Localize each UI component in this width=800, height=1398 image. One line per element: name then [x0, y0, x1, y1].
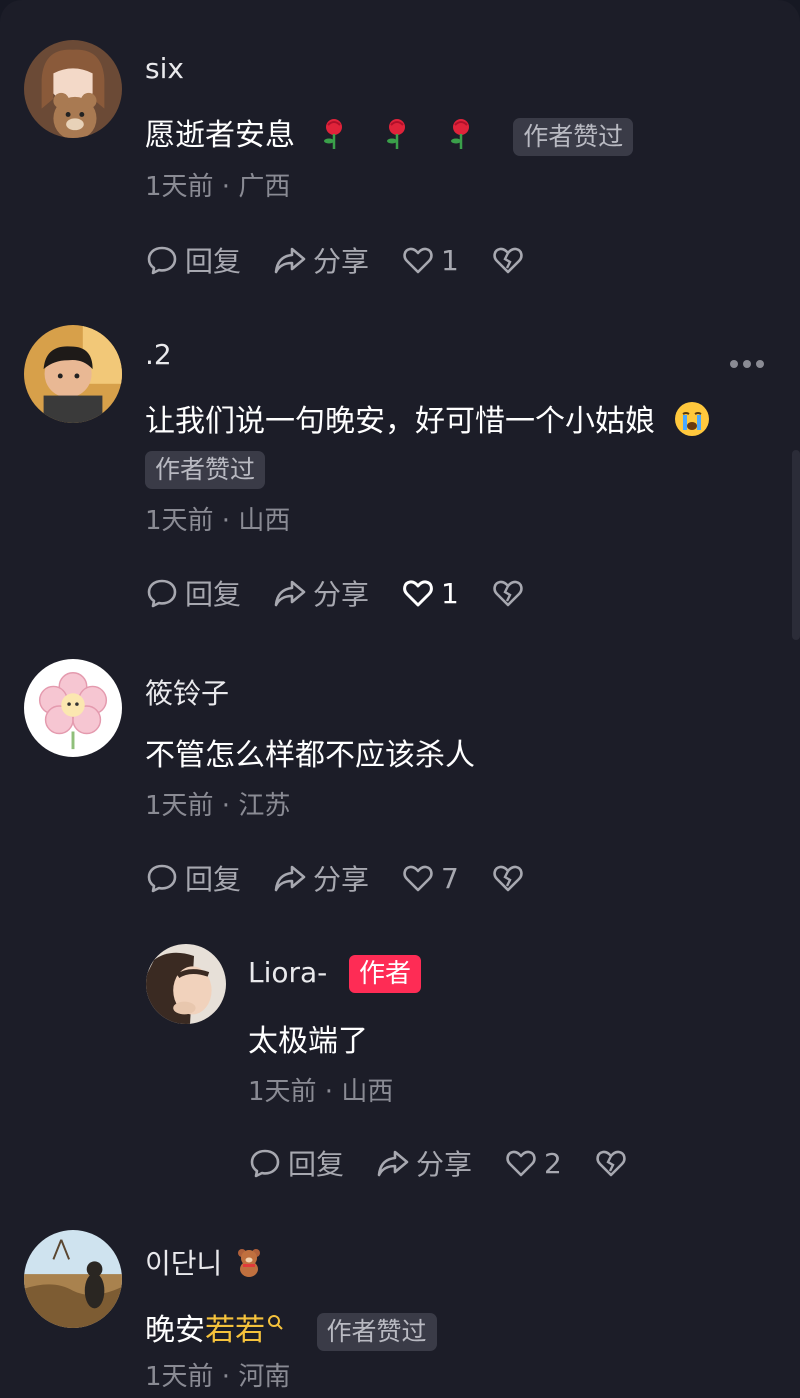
author-tag: 作者 [349, 955, 422, 993]
avatar[interactable] [146, 944, 226, 1024]
username[interactable]: 筱铃子 [145, 672, 229, 712]
like-count: 2 [544, 1146, 562, 1180]
username[interactable]: .2 [145, 338, 172, 371]
share-icon [274, 580, 306, 607]
time-location: 1天前 · 广西 [145, 172, 291, 202]
comment-actions: 回复 分享 1 [145, 240, 563, 280]
comment-text: 太极端了 [248, 1024, 368, 1059]
comment-panel: six 愿逝者安息 作者赞过 1天前 · 广西 回复 分享 1 .2 让我们说一… [0, 0, 800, 1398]
comment-text: 愿逝者安息 作者赞过 [145, 110, 634, 158]
share-button[interactable]: 分享 [273, 573, 369, 613]
avatar[interactable] [24, 40, 122, 138]
broken-heart-icon [493, 580, 523, 607]
comment-actions: 回复 分享 1 [145, 573, 563, 613]
broken-heart-icon [493, 865, 523, 892]
heart-icon [403, 247, 433, 274]
comment-actions: 回复 分享 7 [145, 858, 563, 898]
reply-label: 回复 [185, 578, 242, 611]
teddy-bear-emoji [235, 1247, 263, 1284]
dislike-button[interactable] [491, 861, 531, 895]
reply-icon [147, 864, 177, 893]
share-button[interactable]: 分享 [376, 1143, 472, 1183]
comment-text-body: 让我们说一句晚安，好可惜一个小姑娘 [145, 404, 655, 439]
comment-text: 不管怎么样都不应该杀人 [145, 738, 475, 773]
author-liked-badge: 作者赞过 [513, 117, 634, 156]
heart-icon [403, 865, 433, 892]
time-location: 1天前 · 河南 [145, 1362, 291, 1392]
like-count: 7 [441, 861, 459, 895]
heart-icon [506, 1150, 536, 1177]
like-button[interactable]: 1 [401, 576, 459, 610]
username[interactable]: 이단니 [145, 1242, 263, 1284]
reply-label: 回复 [185, 245, 242, 278]
share-button[interactable]: 分享 [273, 240, 369, 280]
username[interactable]: Liora- [248, 956, 327, 989]
scrollbar[interactable] [792, 450, 800, 640]
like-button[interactable]: 7 [401, 861, 459, 895]
share-icon [274, 247, 306, 274]
heart-icon [403, 580, 433, 607]
comment-text: 让我们说一句晚安，好可惜一个小姑娘 [145, 396, 711, 446]
share-button[interactable]: 分享 [273, 858, 369, 898]
share-label: 分享 [313, 863, 370, 896]
dislike-button[interactable] [594, 1146, 634, 1180]
share-label: 分享 [416, 1148, 473, 1181]
dislike-button[interactable] [491, 243, 531, 277]
author-liked-badge: 作者赞过 [145, 451, 266, 489]
time-location: 1天前 · 江苏 [145, 791, 291, 821]
rose-emoji [319, 116, 349, 158]
comment-text-body: 愿逝者安息 [145, 118, 295, 153]
username[interactable]: six [145, 52, 184, 85]
search-icon[interactable] [267, 1305, 285, 1340]
avatar[interactable] [24, 325, 122, 423]
more-options-icon[interactable] [730, 360, 764, 368]
reply-button[interactable]: 回复 [145, 858, 241, 898]
reply-button[interactable]: 回复 [145, 240, 241, 280]
reply-label: 回复 [185, 863, 242, 896]
share-icon [377, 1150, 409, 1177]
reply-label: 回复 [288, 1148, 345, 1181]
like-count: 1 [441, 576, 459, 610]
dislike-button[interactable] [491, 576, 531, 610]
time-location: 1天前 · 山西 [145, 506, 291, 536]
like-button[interactable]: 2 [504, 1146, 562, 1180]
comment-text: 晚安若若 作者赞过 [145, 1305, 437, 1351]
highlighted-mention[interactable]: 若若 [205, 1313, 265, 1348]
share-icon [274, 865, 306, 892]
broken-heart-icon [596, 1150, 626, 1177]
reply-icon [250, 1149, 280, 1178]
comment-actions: 回复 分享 2 [248, 1143, 666, 1183]
broken-heart-icon [493, 247, 523, 274]
author-liked-badge: 作者赞过 [316, 1312, 437, 1351]
avatar[interactable] [24, 659, 122, 757]
time-location: 1天前 · 山西 [248, 1077, 394, 1107]
comment-text-body: 晚安 [145, 1313, 205, 1348]
share-label: 分享 [313, 578, 370, 611]
username-text: 이단니 [145, 1247, 223, 1280]
reply-icon [147, 246, 177, 275]
avatar[interactable] [24, 1230, 122, 1328]
rose-emoji [446, 116, 476, 158]
rose-emoji [382, 116, 412, 158]
like-count: 1 [441, 243, 459, 277]
reply-button[interactable]: 回复 [145, 573, 241, 613]
reply-button[interactable]: 回复 [248, 1143, 344, 1183]
reply-icon [147, 579, 177, 608]
crying-emoji [673, 400, 711, 446]
share-label: 分享 [313, 245, 370, 278]
like-button[interactable]: 1 [401, 243, 459, 277]
